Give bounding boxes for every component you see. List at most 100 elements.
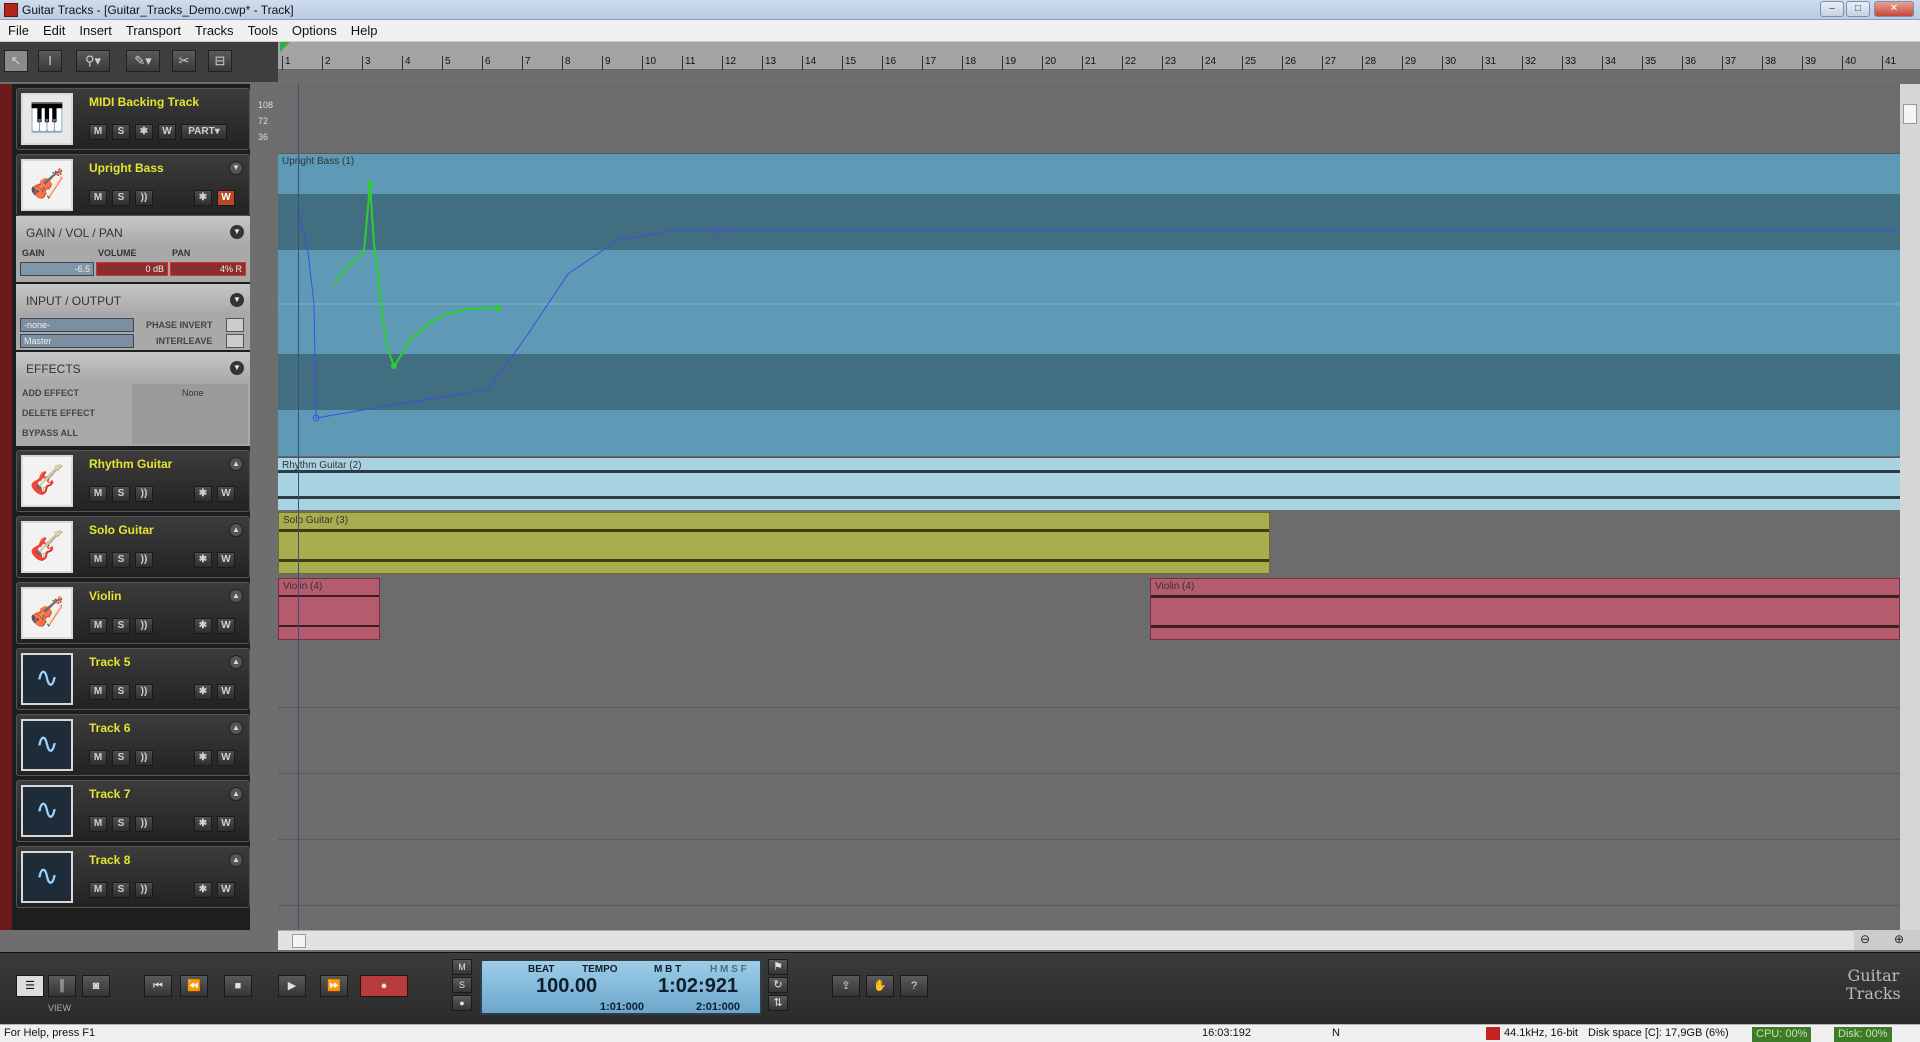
solo-button[interactable]: S [112,190,130,206]
draw-tool-icon[interactable]: ✎▾ [126,50,160,72]
track-track-7[interactable]: ∿ Track 7 ▲ M S)) ✱ W [16,780,250,842]
fx-button[interactable]: ✱ [194,552,212,568]
solo-button[interactable]: S [112,618,130,634]
input-echo-button[interactable]: )) [135,882,153,898]
time-display[interactable]: 1:02:921 [658,975,738,998]
fx-button[interactable]: ✱ [194,816,212,832]
loop-icon[interactable]: ↻ [768,977,788,993]
fx-button[interactable]: ✱ [194,684,212,700]
input-echo-button[interactable]: )) [135,552,153,568]
interleave-toggle[interactable] [226,334,244,348]
console-view-button[interactable]: ◙ [82,975,110,997]
track-upright-bass[interactable]: 🎻 Upright Bass ▼ M S)) ✱ W [16,154,250,216]
fx-button[interactable]: ✱ [194,618,212,634]
add-effect-button[interactable]: ADD EFFECT [22,388,79,398]
bypass-all-button[interactable]: BYPASS ALL [22,428,78,438]
snap-icon[interactable]: ⊟ [208,50,232,72]
hands-icon[interactable]: ✋ [866,975,894,997]
menu-edit[interactable]: Edit [35,20,71,38]
zoom-in-icon[interactable]: ⊕ [1894,932,1904,946]
mute-button[interactable]: M [89,190,107,206]
input-echo-button[interactable]: )) [135,684,153,700]
minimize-button[interactable]: – [1820,1,1844,17]
gain-slider[interactable]: -6.5 [20,262,94,276]
write-button[interactable]: W [217,750,235,766]
solo-button[interactable]: S [112,882,130,898]
expand-icon[interactable]: ▼ [230,361,244,375]
menu-tracks[interactable]: Tracks [187,20,240,38]
expand-icon[interactable]: ▲ [229,589,243,603]
expand-icon[interactable]: ▲ [229,853,243,867]
zoom-tool-icon[interactable]: ⚲▾ [76,50,110,72]
menu-options[interactable]: Options [284,20,343,38]
solo-button[interactable]: S [112,486,130,502]
menu-tools[interactable]: Tools [240,20,284,38]
input-echo-button[interactable]: )) [135,816,153,832]
write-button[interactable]: W [158,124,176,140]
fx-button[interactable]: ✱ [135,124,153,140]
input-select[interactable]: -none- [20,318,134,332]
solo-button[interactable]: S [112,750,130,766]
loop-start-value[interactable]: 1:01:000 [600,1001,644,1013]
write-button[interactable]: W [217,552,235,568]
mute-button[interactable]: M [89,552,107,568]
expand-icon[interactable]: ▲ [229,655,243,669]
track-rhythm-guitar[interactable]: 🎸 Rhythm Guitar ▲ M S)) ✱ W [16,450,250,512]
effects-slot[interactable]: None [132,384,248,444]
expand-icon[interactable]: ▼ [230,293,244,307]
maximize-button[interactable]: □ [1846,1,1870,17]
tempo-value[interactable]: 100.00 [536,975,597,998]
input-echo-button[interactable]: )) [135,618,153,634]
write-button[interactable]: W [217,618,235,634]
expand-icon[interactable]: ▲ [229,721,243,735]
part-dropdown[interactable]: PART▾ [181,124,227,140]
solo-button[interactable]: S [112,684,130,700]
expand-icon[interactable]: ▼ [230,225,244,239]
record-button[interactable]: ● [360,975,408,997]
menu-help[interactable]: Help [343,20,384,38]
fx-button[interactable]: ✱ [194,882,212,898]
mute-button[interactable]: M [89,486,107,502]
clip-upright-bass[interactable]: Upright Bass (1) [278,154,1900,456]
export-icon[interactable]: ⇪ [832,975,860,997]
gain-vol-pan-section[interactable]: GAIN / VOL / PAN ▼ [16,216,250,248]
expand-icon[interactable]: ▲ [229,457,243,471]
staff-view-button[interactable]: ║ [48,975,76,997]
clip-solo-guitar[interactable]: Solo Guitar (3) [278,512,1270,574]
mixer-record-button[interactable]: ● [452,995,472,1011]
effects-section[interactable]: EFFECTS ▼ [16,352,250,384]
pan-slider[interactable]: 4% R [170,262,246,276]
loop-end-value[interactable]: 2:01:000 [696,1001,740,1013]
zoom-out-icon[interactable]: ⊖ [1860,932,1870,946]
scissors-icon[interactable]: ✂ [172,50,196,72]
text-tool-icon[interactable]: I [38,50,62,72]
collapse-icon[interactable]: ▼ [229,161,243,175]
solo-button[interactable]: S [112,552,130,568]
play-button[interactable]: ▶ [278,975,306,997]
volume-slider[interactable]: 0 dB [96,262,168,276]
fx-button[interactable]: ✱ [194,750,212,766]
select-tool-icon[interactable]: ↖ [4,50,28,72]
mixer-solo-button[interactable]: S [452,977,472,993]
fx-button[interactable]: ✱ [194,486,212,502]
expand-icon[interactable]: ▲ [229,523,243,537]
mixer-mute-button[interactable]: M [452,959,472,975]
metronome-icon[interactable]: ⚑ [768,959,788,975]
horizontal-scrollbar[interactable] [278,930,1900,950]
now-time-cursor[interactable] [298,84,299,930]
input-output-section[interactable]: INPUT / OUTPUT ▼ [16,284,250,316]
track-midi-backing[interactable]: 🎹 MIDI Backing Track M S ✱ W PART▾ [16,88,250,150]
track-track-8[interactable]: ∿ Track 8 ▲ M S)) ✱ W [16,846,250,908]
mute-button[interactable]: M [89,750,107,766]
mute-button[interactable]: M [89,124,107,140]
input-echo-button[interactable]: )) [135,190,153,206]
vertical-scrollbar[interactable] [1900,84,1920,930]
track-violin[interactable]: 🎻 Violin ▲ M S)) ✱ W [16,582,250,644]
delete-effect-button[interactable]: DELETE EFFECT [22,408,95,418]
clip-rhythm-guitar[interactable]: Rhythm Guitar (2) [278,458,1900,510]
clip-violin-b[interactable]: Violin (4) [1150,578,1900,640]
input-echo-button[interactable]: )) [135,750,153,766]
phase-invert-toggle[interactable] [226,318,244,332]
menu-transport[interactable]: Transport [118,20,187,38]
punch-icon[interactable]: ⇅ [768,995,788,1011]
